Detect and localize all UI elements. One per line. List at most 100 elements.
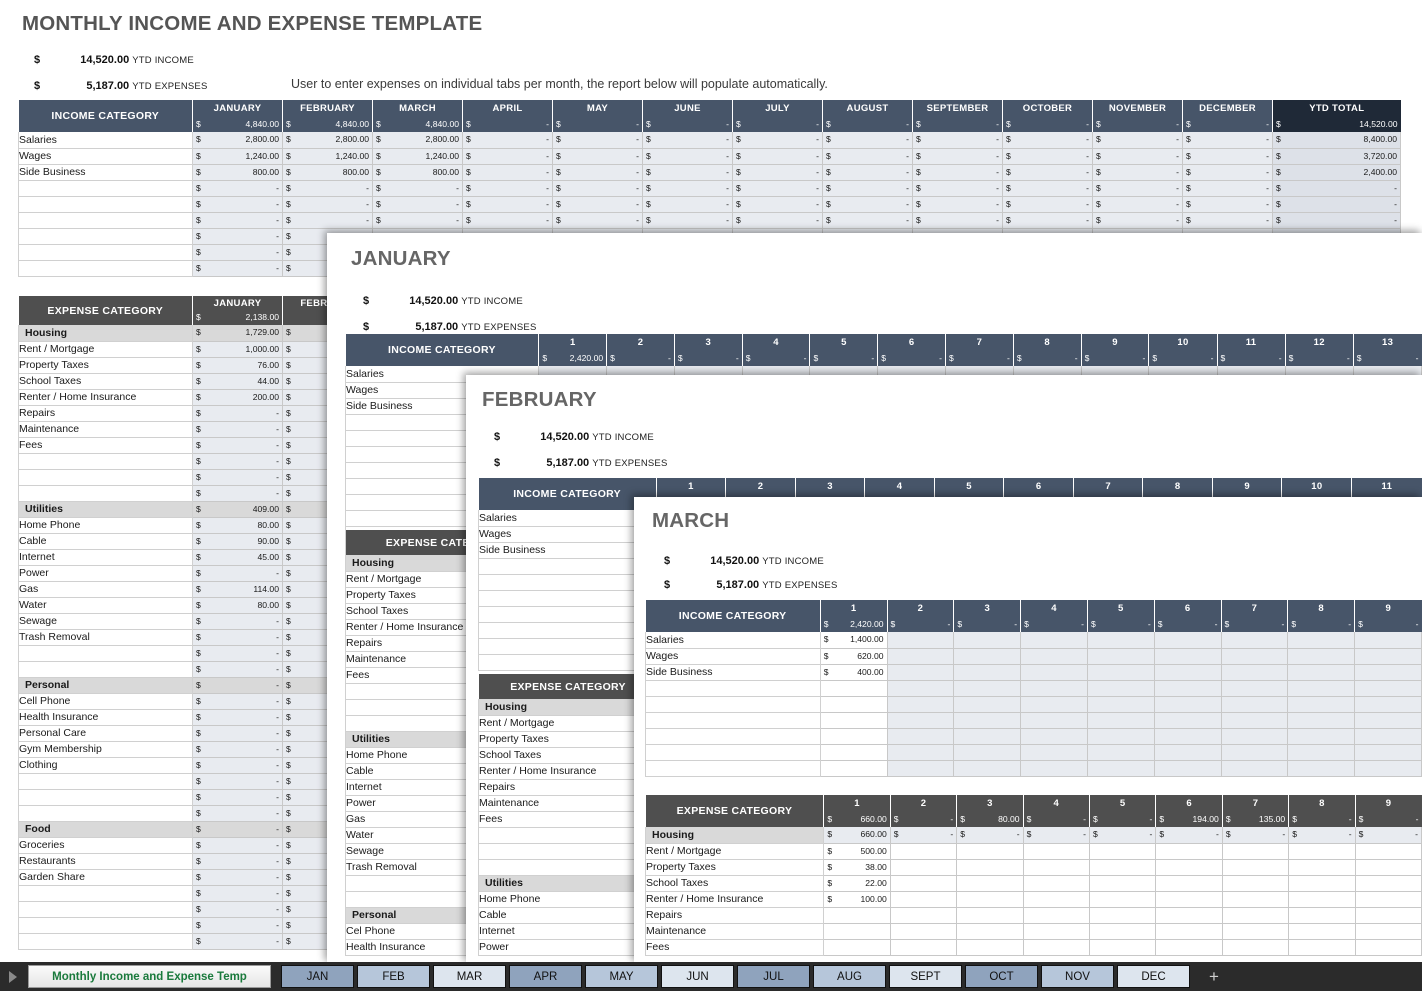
expense-cell[interactable] xyxy=(957,923,1023,939)
sheet-tab-dec[interactable]: DEC xyxy=(1117,965,1190,988)
income-cell[interactable] xyxy=(1355,712,1422,728)
expense-row-label[interactable]: Repairs xyxy=(479,779,659,795)
income-cell[interactable]: $- xyxy=(1093,180,1183,196)
income-cell[interactable]: $- xyxy=(823,148,913,164)
expense-row-label[interactable] xyxy=(19,773,193,789)
expense-row-label[interactable]: Rent / Mortgage xyxy=(646,843,824,859)
expense-row-label[interactable]: Renter / Home Insurance xyxy=(19,389,193,405)
expense-row-label[interactable] xyxy=(19,917,193,933)
income-cell[interactable] xyxy=(1154,760,1221,776)
expense-cell[interactable] xyxy=(1090,891,1156,907)
income-cell[interactable] xyxy=(1221,712,1288,728)
income-cell[interactable]: $800.00 xyxy=(193,164,283,180)
expense-cell[interactable]: $- xyxy=(193,837,283,853)
expense-cell[interactable] xyxy=(824,923,890,939)
income-cell[interactable]: $- xyxy=(823,212,913,228)
sheet-tab-aug[interactable]: AUG xyxy=(813,965,886,988)
expense-cell[interactable]: $- xyxy=(193,661,283,677)
income-cell[interactable]: $- xyxy=(283,180,373,196)
income-cell[interactable] xyxy=(954,680,1021,696)
expense-cell[interactable]: $- xyxy=(193,469,283,485)
income-cell[interactable] xyxy=(887,728,954,744)
income-cell[interactable] xyxy=(1021,696,1088,712)
sheet-tab-may[interactable]: MAY xyxy=(585,965,658,988)
expense-cell[interactable] xyxy=(1090,923,1156,939)
expense-cell[interactable] xyxy=(1222,859,1288,875)
income-cell[interactable] xyxy=(1221,728,1288,744)
expense-cell[interactable] xyxy=(890,939,956,955)
expense-cell[interactable]: $- xyxy=(193,757,283,773)
month-header-march[interactable]: MARCH xyxy=(373,100,463,117)
income-cell[interactable]: $- xyxy=(733,164,823,180)
income-cell[interactable]: $- xyxy=(643,196,733,212)
income-cell[interactable]: $- xyxy=(553,196,643,212)
income-row-label[interactable] xyxy=(646,696,821,712)
income-cell[interactable] xyxy=(954,728,1021,744)
expense-row-label[interactable] xyxy=(19,789,193,805)
expense-cell[interactable] xyxy=(1090,907,1156,923)
expense-cell[interactable]: $- xyxy=(890,827,956,843)
income-cell[interactable] xyxy=(1221,664,1288,680)
sheet-tab-nov[interactable]: NOV xyxy=(1041,965,1114,988)
expense-row-label[interactable]: Rent / Mortgage xyxy=(19,341,193,357)
day-header-8[interactable]: 8 xyxy=(1013,334,1081,351)
income-row-label[interactable] xyxy=(479,606,657,622)
income-row-label[interactable] xyxy=(479,638,657,654)
day-header-1[interactable]: 1 xyxy=(539,334,607,351)
expense-cell[interactable] xyxy=(824,939,890,955)
income-cell[interactable]: $- xyxy=(373,212,463,228)
income-cell[interactable]: $- xyxy=(823,196,913,212)
expense-cell[interactable] xyxy=(890,859,956,875)
expense-cell[interactable] xyxy=(1156,923,1222,939)
income-cell[interactable] xyxy=(954,696,1021,712)
expense-cell[interactable] xyxy=(957,843,1023,859)
expense-cell[interactable] xyxy=(1023,891,1089,907)
ytd-total-header[interactable]: YTD TOTAL xyxy=(1273,100,1401,117)
expense-group-label[interactable]: Housing xyxy=(479,699,659,715)
income-cell[interactable]: $- xyxy=(193,228,283,244)
income-row-label[interactable] xyxy=(19,212,193,228)
expense-row-label[interactable]: Power xyxy=(479,939,659,955)
expense-cell[interactable] xyxy=(1156,843,1222,859)
expense-cell[interactable]: $76.00 xyxy=(193,357,283,373)
expense-cell[interactable]: $- xyxy=(1289,827,1355,843)
income-cell[interactable] xyxy=(887,648,954,664)
add-sheet-button[interactable]: + xyxy=(1197,965,1231,988)
expense-cell[interactable] xyxy=(1222,891,1288,907)
expense-cell[interactable]: $- xyxy=(193,869,283,885)
expense-cell[interactable]: $200.00 xyxy=(193,389,283,405)
income-cell[interactable] xyxy=(1021,712,1088,728)
income-cell[interactable]: $- xyxy=(553,132,643,148)
month-header-august[interactable]: AUGUST xyxy=(823,100,913,117)
income-cell[interactable]: $- xyxy=(1093,164,1183,180)
expense-cell[interactable] xyxy=(1289,859,1355,875)
day-header-7[interactable]: 7 xyxy=(1073,478,1143,495)
income-cell[interactable] xyxy=(1154,664,1221,680)
income-cell[interactable]: $- xyxy=(643,148,733,164)
day-header-11[interactable]: 11 xyxy=(1217,334,1285,351)
expense-cell[interactable] xyxy=(1355,907,1421,923)
day-header-11[interactable]: 11 xyxy=(1352,478,1422,495)
income-row-label[interactable] xyxy=(19,196,193,212)
income-cell[interactable] xyxy=(1021,760,1088,776)
day-header-6[interactable]: 6 xyxy=(1004,478,1074,495)
expense-cell[interactable] xyxy=(1023,843,1089,859)
expense-row-label[interactable]: Cable xyxy=(19,533,193,549)
expense-day-header-6[interactable]: 6 xyxy=(1156,795,1222,812)
expense-cell[interactable] xyxy=(1156,891,1222,907)
income-cell[interactable] xyxy=(1021,680,1088,696)
expense-cell[interactable] xyxy=(1023,859,1089,875)
income-cell[interactable]: $- xyxy=(463,148,553,164)
expense-row-label[interactable]: Restaurants xyxy=(19,853,193,869)
income-cell[interactable] xyxy=(1288,744,1355,760)
income-cell[interactable]: $- xyxy=(463,212,553,228)
expense-cell[interactable] xyxy=(1289,891,1355,907)
income-cell[interactable] xyxy=(820,760,887,776)
expense-cell[interactable]: $- xyxy=(193,773,283,789)
income-cell[interactable] xyxy=(1087,664,1154,680)
income-row-label[interactable]: Salaries xyxy=(646,632,821,648)
income-cell[interactable] xyxy=(887,760,954,776)
expense-cell[interactable] xyxy=(890,891,956,907)
expense-cell[interactable]: $- xyxy=(193,917,283,933)
expense-cell[interactable] xyxy=(890,907,956,923)
